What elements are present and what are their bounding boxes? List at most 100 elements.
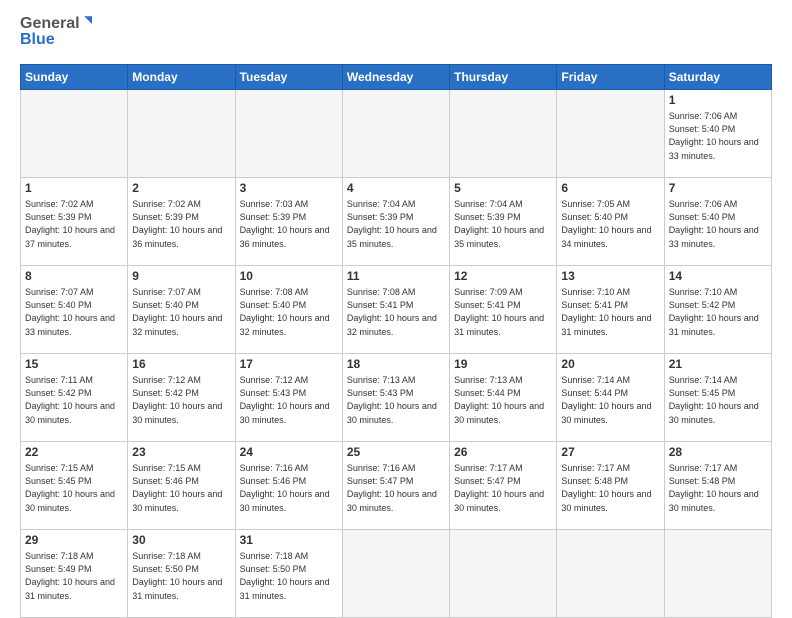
calendar-cell: 14 Sunrise: 7:10 AMSunset: 5:42 PMDaylig… [664,266,771,354]
day-number: 10 [240,269,338,285]
day-info: Sunrise: 7:17 AMSunset: 5:48 PMDaylight:… [561,463,651,513]
day-info: Sunrise: 7:02 AMSunset: 5:39 PMDaylight:… [25,199,115,249]
day-number: 21 [669,357,767,373]
calendar-week-row: 29 Sunrise: 7:18 AMSunset: 5:49 PMDaylig… [21,530,772,618]
day-number: 20 [561,357,659,373]
day-number: 15 [25,357,123,373]
day-info: Sunrise: 7:18 AMSunset: 5:49 PMDaylight:… [25,551,115,601]
day-info: Sunrise: 7:13 AMSunset: 5:43 PMDaylight:… [347,375,437,425]
calendar-cell: 24 Sunrise: 7:16 AMSunset: 5:46 PMDaylig… [235,442,342,530]
day-number: 24 [240,445,338,461]
calendar-day-header: Tuesday [235,65,342,90]
calendar-cell: 13 Sunrise: 7:10 AMSunset: 5:41 PMDaylig… [557,266,664,354]
day-number: 31 [240,533,338,549]
calendar-cell: 27 Sunrise: 7:17 AMSunset: 5:48 PMDaylig… [557,442,664,530]
calendar-cell: 20 Sunrise: 7:14 AMSunset: 5:44 PMDaylig… [557,354,664,442]
day-number: 11 [347,269,445,285]
calendar-cell: 1 Sunrise: 7:06 AMSunset: 5:40 PMDayligh… [664,90,771,178]
calendar-cell: 9 Sunrise: 7:07 AMSunset: 5:40 PMDayligh… [128,266,235,354]
day-number: 12 [454,269,552,285]
calendar-cell: 25 Sunrise: 7:16 AMSunset: 5:47 PMDaylig… [342,442,449,530]
calendar-cell [342,530,449,618]
day-number: 30 [132,533,230,549]
calendar-day-header: Sunday [21,65,128,90]
day-number: 18 [347,357,445,373]
calendar-cell: 18 Sunrise: 7:13 AMSunset: 5:43 PMDaylig… [342,354,449,442]
day-info: Sunrise: 7:18 AMSunset: 5:50 PMDaylight:… [240,551,330,601]
calendar-cell: 23 Sunrise: 7:15 AMSunset: 5:46 PMDaylig… [128,442,235,530]
calendar-day-header: Thursday [450,65,557,90]
day-number: 17 [240,357,338,373]
day-number: 23 [132,445,230,461]
calendar-cell: 22 Sunrise: 7:15 AMSunset: 5:45 PMDaylig… [21,442,128,530]
calendar-week-row: 1 Sunrise: 7:02 AMSunset: 5:39 PMDayligh… [21,178,772,266]
calendar-cell: 28 Sunrise: 7:17 AMSunset: 5:48 PMDaylig… [664,442,771,530]
calendar-cell [450,90,557,178]
calendar-cell [450,530,557,618]
day-info: Sunrise: 7:04 AMSunset: 5:39 PMDaylight:… [347,199,437,249]
calendar-week-row: 15 Sunrise: 7:11 AMSunset: 5:42 PMDaylig… [21,354,772,442]
calendar-cell: 10 Sunrise: 7:08 AMSunset: 5:40 PMDaylig… [235,266,342,354]
day-info: Sunrise: 7:09 AMSunset: 5:41 PMDaylight:… [454,287,544,337]
day-info: Sunrise: 7:14 AMSunset: 5:45 PMDaylight:… [669,375,759,425]
day-number: 27 [561,445,659,461]
day-info: Sunrise: 7:08 AMSunset: 5:40 PMDaylight:… [240,287,330,337]
calendar-header-row: SundayMondayTuesdayWednesdayThursdayFrid… [21,65,772,90]
calendar-cell [557,90,664,178]
day-info: Sunrise: 7:07 AMSunset: 5:40 PMDaylight:… [25,287,115,337]
calendar-cell: 5 Sunrise: 7:04 AMSunset: 5:39 PMDayligh… [450,178,557,266]
day-info: Sunrise: 7:03 AMSunset: 5:39 PMDaylight:… [240,199,330,249]
calendar-cell: 8 Sunrise: 7:07 AMSunset: 5:40 PMDayligh… [21,266,128,354]
day-info: Sunrise: 7:17 AMSunset: 5:48 PMDaylight:… [669,463,759,513]
calendar-cell [128,90,235,178]
calendar-cell: 12 Sunrise: 7:09 AMSunset: 5:41 PMDaylig… [450,266,557,354]
day-info: Sunrise: 7:16 AMSunset: 5:46 PMDaylight:… [240,463,330,513]
day-number: 13 [561,269,659,285]
calendar-cell: 19 Sunrise: 7:13 AMSunset: 5:44 PMDaylig… [450,354,557,442]
calendar-cell: 3 Sunrise: 7:03 AMSunset: 5:39 PMDayligh… [235,178,342,266]
calendar-cell: 15 Sunrise: 7:11 AMSunset: 5:42 PMDaylig… [21,354,128,442]
calendar-cell [664,530,771,618]
calendar-cell: 16 Sunrise: 7:12 AMSunset: 5:42 PMDaylig… [128,354,235,442]
day-number: 5 [454,181,552,197]
day-number: 2 [132,181,230,197]
calendar-cell: 17 Sunrise: 7:12 AMSunset: 5:43 PMDaylig… [235,354,342,442]
day-number: 25 [347,445,445,461]
calendar-cell [557,530,664,618]
calendar-cell [342,90,449,178]
day-info: Sunrise: 7:06 AMSunset: 5:40 PMDaylight:… [669,111,759,161]
day-info: Sunrise: 7:17 AMSunset: 5:47 PMDaylight:… [454,463,544,513]
calendar-cell: 4 Sunrise: 7:04 AMSunset: 5:39 PMDayligh… [342,178,449,266]
day-number: 14 [669,269,767,285]
logo: General Blue [20,16,92,56]
calendar-cell: 11 Sunrise: 7:08 AMSunset: 5:41 PMDaylig… [342,266,449,354]
day-info: Sunrise: 7:06 AMSunset: 5:40 PMDaylight:… [669,199,759,249]
page: General Blue SundayMondayTuesdayWednesda… [0,0,792,612]
calendar-table: SundayMondayTuesdayWednesdayThursdayFrid… [20,64,772,618]
day-number: 4 [347,181,445,197]
day-info: Sunrise: 7:15 AMSunset: 5:45 PMDaylight:… [25,463,115,513]
day-number: 1 [25,181,123,197]
calendar-day-header: Monday [128,65,235,90]
day-info: Sunrise: 7:04 AMSunset: 5:39 PMDaylight:… [454,199,544,249]
day-number: 6 [561,181,659,197]
header: General Blue [20,16,772,56]
calendar-cell: 31 Sunrise: 7:18 AMSunset: 5:50 PMDaylig… [235,530,342,618]
day-number: 9 [132,269,230,285]
day-info: Sunrise: 7:07 AMSunset: 5:40 PMDaylight:… [132,287,222,337]
calendar-cell [21,90,128,178]
day-info: Sunrise: 7:05 AMSunset: 5:40 PMDaylight:… [561,199,651,249]
day-info: Sunrise: 7:14 AMSunset: 5:44 PMDaylight:… [561,375,651,425]
calendar-cell: 29 Sunrise: 7:18 AMSunset: 5:49 PMDaylig… [21,530,128,618]
calendar-week-row: 22 Sunrise: 7:15 AMSunset: 5:45 PMDaylig… [21,442,772,530]
calendar-day-header: Friday [557,65,664,90]
calendar-day-header: Saturday [664,65,771,90]
day-number: 7 [669,181,767,197]
calendar-cell [235,90,342,178]
calendar-cell: 2 Sunrise: 7:02 AMSunset: 5:39 PMDayligh… [128,178,235,266]
calendar-cell: 7 Sunrise: 7:06 AMSunset: 5:40 PMDayligh… [664,178,771,266]
calendar-week-row: 1 Sunrise: 7:06 AMSunset: 5:40 PMDayligh… [21,90,772,178]
calendar-cell: 30 Sunrise: 7:18 AMSunset: 5:50 PMDaylig… [128,530,235,618]
day-info: Sunrise: 7:11 AMSunset: 5:42 PMDaylight:… [25,375,115,425]
day-info: Sunrise: 7:13 AMSunset: 5:44 PMDaylight:… [454,375,544,425]
